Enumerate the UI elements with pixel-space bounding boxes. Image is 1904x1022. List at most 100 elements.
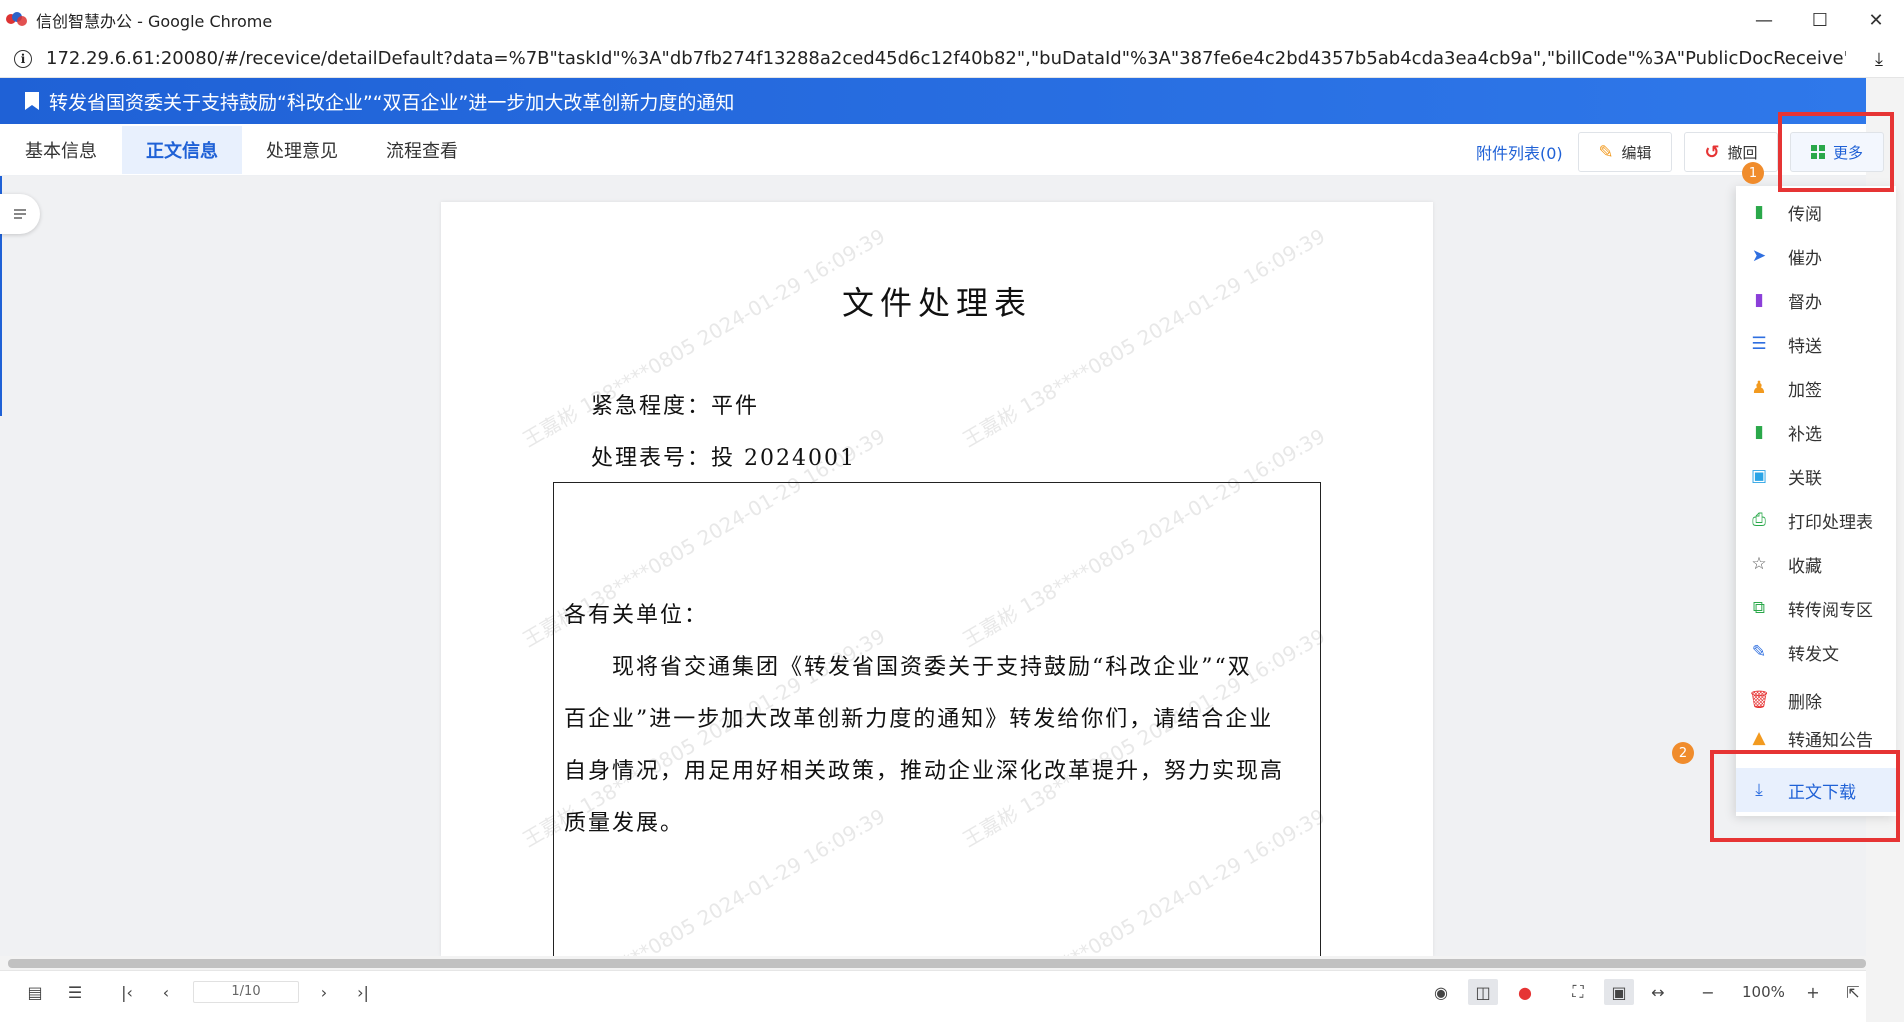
link-icon: ▣ — [1750, 466, 1768, 486]
urgency-field: 紧急程度：平件 — [591, 394, 760, 419]
menu-item-label: 加签 — [1788, 380, 1822, 401]
horizontal-scrollbar-thumb[interactable] — [8, 959, 1866, 968]
menu-item-supervise[interactable]: ▮ 督办 — [1736, 278, 1896, 322]
body-line: 百企业”进一步加大改革创新力度的通知》转发给你们，请结合企业 — [564, 707, 1274, 732]
last-page-icon[interactable]: ›| — [350, 979, 376, 1005]
minimize-button[interactable]: — — [1736, 0, 1792, 40]
eye-icon[interactable]: ◉ — [1428, 979, 1454, 1005]
tab-body-info[interactable]: 正文信息 — [122, 126, 242, 174]
watermark-text: 王嘉彬 138****0805 2024-01-29 16:09:39 — [958, 223, 1330, 452]
form-number-field: 处理表号：投 2024001 — [591, 446, 856, 471]
fullscreen-icon[interactable]: ⇱ — [1840, 979, 1866, 1005]
address-bar: i 172.29.6.61:20080/#/recevice/detailDef… — [0, 40, 1904, 78]
menu-item-add-signer[interactable]: ♟ 加签 — [1736, 366, 1896, 410]
bookmark-icon — [25, 92, 39, 110]
menu-item-circulate[interactable]: ▮ 传阅 — [1736, 190, 1896, 234]
supplement-icon: ▮ — [1754, 422, 1764, 442]
close-button[interactable]: ✕ — [1848, 0, 1904, 40]
notice-icon: ▲ — [1752, 728, 1766, 748]
viewer-toolbar: ▤ ☰ |‹ ‹ 1/10 › ›| ◉ ◫ ● ⛶ ▣ ↔ − 100% + … — [0, 970, 1866, 1012]
single-page-icon[interactable]: ▣ — [1604, 979, 1634, 1005]
menu-item-label: 转传阅专区 — [1788, 600, 1873, 621]
body-line: 质量发展。 — [564, 811, 685, 836]
annotation-badge-1: 1 — [1742, 162, 1764, 184]
fit-height-icon[interactable]: ◫ — [1468, 979, 1498, 1005]
outline-icon — [14, 207, 26, 221]
window-title: 信创智慧办公 - Google Chrome — [36, 12, 273, 31]
star-icon: ☆ — [1751, 554, 1767, 574]
url-text[interactable]: 172.29.6.61:20080/#/recevice/detailDefau… — [46, 48, 1846, 69]
menu-item-label: 补选 — [1788, 424, 1822, 445]
salutation-text: 各有关单位： — [564, 603, 709, 628]
list-view-icon[interactable]: ☰ — [62, 979, 88, 1005]
delete-icon: 🗑 — [1748, 690, 1770, 710]
prev-page-icon[interactable]: ‹ — [153, 979, 179, 1005]
edit-button-label: 编辑 — [1621, 143, 1652, 162]
annotation-badge-2: 2 — [1672, 742, 1694, 764]
menu-item-label: 特送 — [1788, 336, 1822, 357]
window-controls: — ☐ ✕ — [1736, 0, 1904, 40]
browser-download-icon[interactable]: ⤓ — [1868, 48, 1890, 70]
menu-item-urge[interactable]: ➤ 催办 — [1736, 234, 1896, 278]
menu-item-link[interactable]: ▣ 关联 — [1736, 454, 1896, 498]
record-icon[interactable]: ● — [1512, 979, 1538, 1005]
first-page-icon[interactable]: |‹ — [114, 979, 140, 1005]
maximize-button[interactable]: ☐ — [1792, 0, 1848, 40]
edit-icon: ✎ — [1598, 141, 1614, 163]
transfer-icon: ⧉ — [1752, 598, 1766, 618]
edit-button[interactable]: ✎ 编辑 — [1578, 132, 1672, 172]
document-header: 转发省国资委关于支持鼓励“科改企业”“双百企业”进一步加大改革创新力度的通知 — [0, 78, 1866, 124]
menu-item-favorite[interactable]: ☆ 收藏 — [1736, 542, 1896, 586]
document-title: 转发省国资委关于支持鼓励“科改企业”“双百企业”进一步加大改革创新力度的通知 — [49, 91, 735, 114]
browser-window: 信创智慧办公 - Google Chrome — ☐ ✕ i 172.29.6.… — [0, 0, 1904, 1022]
zoom-in-icon[interactable]: + — [1800, 979, 1826, 1005]
form-title: 文件处理表 — [841, 284, 1032, 322]
more-dropdown-menu: ▮ 传阅 ➤ 催办 ▮ 督办 ☰ 特送 ♟ 加签 ▮ 补选 ▣ 关联 ⎙ 打印处 — [1736, 186, 1896, 816]
menu-item-label: 转发文 — [1788, 644, 1839, 665]
page-number-input[interactable]: 1/10 — [193, 981, 299, 1003]
document-page: 王嘉彬 138****0805 2024-01-29 16:09:39 王嘉彬 … — [441, 202, 1433, 956]
body-line: 自身情况，用足用好相关政策，推动企业深化改革提升，努力实现高 — [564, 759, 1285, 784]
annotation-highlight-more — [1778, 112, 1894, 192]
tab-basic-info[interactable]: 基本信息 — [0, 126, 122, 174]
menu-item-label: 关联 — [1788, 468, 1822, 489]
attachments-link[interactable]: 附件列表(0) — [1476, 140, 1563, 164]
menu-item-label: 催办 — [1788, 248, 1822, 269]
zoom-out-icon[interactable]: − — [1695, 979, 1721, 1005]
menu-item-special-send[interactable]: ☰ 特送 — [1736, 322, 1896, 366]
tab-workflow[interactable]: 流程查看 — [362, 126, 482, 174]
menu-item-forward-doc[interactable]: ✎ 转发文 — [1736, 630, 1896, 674]
circulate-icon: ▮ — [1754, 202, 1764, 222]
withdraw-button-label: 撤回 — [1727, 143, 1758, 162]
menu-item-label: 收藏 — [1788, 556, 1822, 577]
menu-item-print[interactable]: ⎙ 打印处理表 — [1736, 498, 1896, 542]
horizontal-scrollbar[interactable] — [0, 956, 1866, 970]
menu-item-supplement[interactable]: ▮ 补选 — [1736, 410, 1896, 454]
add-signer-icon: ♟ — [1751, 378, 1767, 398]
outline-toggle-button[interactable] — [0, 194, 40, 234]
tab-bar: 基本信息 正文信息 处理意见 流程查看 附件列表(0) ✎ 编辑 ↺ 撤回 更多 — [0, 124, 1884, 176]
menu-item-transfer-circulation[interactable]: ⧉ 转传阅专区 — [1736, 586, 1896, 630]
urge-icon: ➤ — [1751, 246, 1767, 266]
document-content-box: 各有关单位： 现将省交通集团《转发省国资委关于支持鼓励“科改企业”“双 百企业”… — [553, 482, 1321, 956]
tab-opinions[interactable]: 处理意见 — [242, 126, 362, 174]
supervise-icon: ▮ — [1754, 290, 1764, 310]
forward-doc-icon: ✎ — [1751, 642, 1767, 662]
withdraw-button[interactable]: ↺ 撤回 — [1684, 132, 1778, 172]
menu-item-label: 督办 — [1788, 292, 1822, 313]
site-info-icon[interactable]: i — [14, 49, 32, 68]
thumbnail-view-icon[interactable]: ▤ — [22, 979, 48, 1005]
menu-item-label: 打印处理表 — [1788, 512, 1873, 533]
next-page-icon[interactable]: › — [311, 979, 337, 1005]
print-icon: ⎙ — [1752, 510, 1766, 530]
zoom-level: 100% — [1742, 983, 1785, 1001]
menu-item-label: 转通知公告 — [1788, 730, 1873, 751]
fit-width-icon[interactable]: ↔ — [1645, 979, 1671, 1005]
undo-icon: ↺ — [1704, 141, 1720, 163]
title-bar: 信创智慧办公 - Google Chrome — ☐ ✕ — [0, 0, 1904, 40]
annotation-highlight-download — [1710, 750, 1900, 842]
body-line: 现将省交通集团《转发省国资委关于支持鼓励“科改企业”“双 — [612, 655, 1252, 680]
menu-item-label: 传阅 — [1788, 204, 1822, 225]
special-send-icon: ☰ — [1751, 334, 1767, 354]
fit-screen-icon[interactable]: ⛶ — [1565, 979, 1591, 1005]
